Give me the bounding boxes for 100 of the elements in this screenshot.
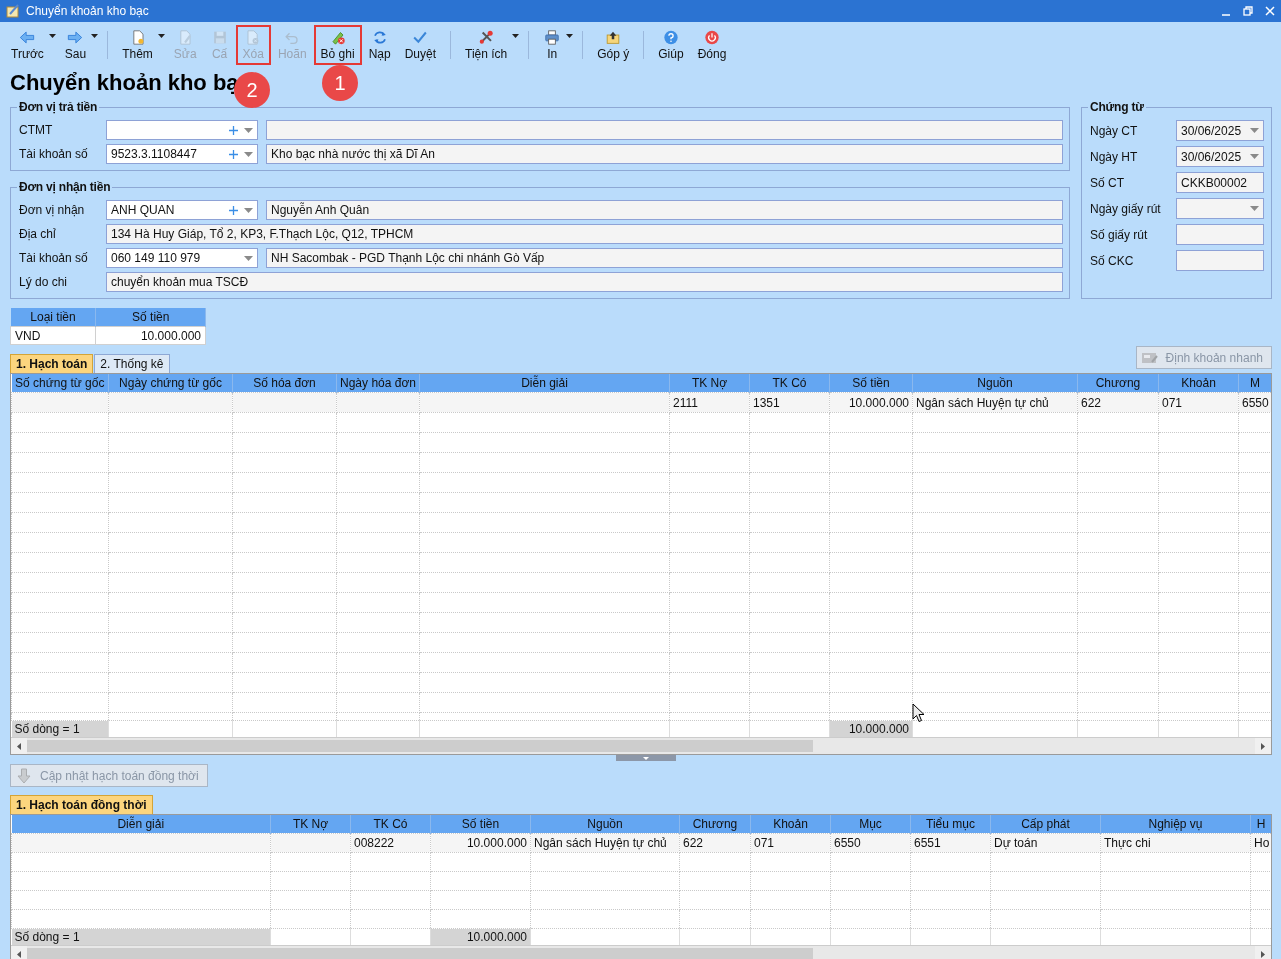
text-field[interactable] bbox=[1176, 250, 1264, 271]
toolbar-button[interactable]: Tiện ích bbox=[458, 25, 515, 65]
column-header[interactable]: Nghiệp vụ bbox=[1100, 815, 1251, 834]
field-label: Ngày CT bbox=[1090, 123, 1139, 138]
column-header[interactable]: Mục bbox=[830, 815, 911, 834]
field-label: Ngày giấy rút bbox=[1090, 201, 1162, 216]
column-header[interactable]: Tiểu mục bbox=[910, 815, 991, 834]
caret-icon[interactable] bbox=[48, 33, 56, 38]
section-title: Đơn vị trả tiền bbox=[18, 100, 99, 114]
combo-field[interactable]: 060 149 110 979 bbox=[106, 248, 258, 268]
table-cell: 008222 bbox=[350, 833, 431, 853]
table-cell: Ngân sách Huyện tự chủ bbox=[912, 392, 1078, 413]
column-header[interactable]: Diễn giải bbox=[419, 374, 670, 393]
toolbar-button[interactable]: Duyệt bbox=[397, 25, 443, 65]
down-arrow-icon bbox=[15, 767, 33, 784]
scroll-left-icon[interactable] bbox=[17, 950, 21, 958]
table-cell: Thực chi bbox=[1100, 833, 1251, 853]
tab[interactable]: 1. Hạch toán bbox=[10, 354, 94, 373]
tools-icon bbox=[477, 30, 496, 45]
text-field[interactable]: Kho bạc nhà nước thị xã Dĩ An bbox=[266, 144, 1063, 164]
column-header[interactable]: Khoản bbox=[750, 815, 831, 834]
column-header[interactable]: Số hóa đơn bbox=[232, 374, 337, 393]
caret-icon[interactable] bbox=[91, 33, 99, 38]
column-header[interactable]: TK Nợ bbox=[669, 374, 750, 393]
column-header[interactable]: Ngày hóa đơn bbox=[336, 374, 420, 393]
field-label: Lý do chi bbox=[19, 275, 69, 289]
caret-icon[interactable] bbox=[512, 33, 520, 38]
column-header[interactable]: TK Có bbox=[350, 815, 431, 834]
plus-icon[interactable] bbox=[229, 205, 238, 215]
toolbar-button[interactable]: Nạp bbox=[361, 25, 398, 65]
column-header[interactable]: Số tiền bbox=[829, 374, 913, 393]
horizontal-scrollbar[interactable] bbox=[11, 945, 1271, 959]
field-label: Tài khoản số bbox=[19, 251, 89, 265]
text-field[interactable]: Nguyễn Anh Quân bbox=[266, 200, 1063, 220]
column-header[interactable]: M bbox=[1238, 374, 1271, 393]
close-icon[interactable] bbox=[1265, 6, 1275, 16]
table-cell: 2111 bbox=[669, 392, 750, 413]
toolbar-button[interactable]: Bỏ ghi bbox=[313, 25, 362, 65]
toolbar-button[interactable]: Đóng bbox=[690, 25, 734, 65]
column-header[interactable]: Số tiền bbox=[430, 815, 531, 834]
column-header[interactable]: Khoản bbox=[1158, 374, 1239, 393]
caret-icon[interactable] bbox=[157, 33, 165, 38]
field-label: Số CKC bbox=[1090, 253, 1135, 268]
restore-icon[interactable] bbox=[1243, 6, 1253, 16]
column-header[interactable]: TK Nợ bbox=[270, 815, 351, 834]
text-field[interactable] bbox=[266, 120, 1063, 140]
app-icon bbox=[6, 4, 20, 18]
splitter-handle[interactable] bbox=[616, 755, 676, 761]
table-cell: 1351 bbox=[749, 392, 830, 413]
field-label: CTMT bbox=[19, 123, 54, 137]
column-header[interactable]: Ngày chứng từ gốc bbox=[108, 374, 233, 393]
table-cell: 6550 bbox=[830, 833, 911, 853]
total-amount: 10.000.000 bbox=[430, 928, 531, 945]
toolbar-button[interactable]: In bbox=[536, 25, 569, 65]
scroll-right-icon[interactable] bbox=[1261, 950, 1265, 958]
column-header[interactable]: Chương bbox=[1077, 374, 1159, 393]
table-cell: VND bbox=[10, 326, 96, 345]
plus-icon[interactable] bbox=[229, 125, 238, 135]
text-field[interactable]: NH Sacombak - PGD Thạnh Lộc chi nhánh Gò Vấp bbox=[266, 248, 1063, 268]
text-field[interactable] bbox=[1176, 224, 1264, 245]
column-header[interactable]: Cấp phát bbox=[990, 815, 1101, 834]
printer-icon bbox=[543, 30, 562, 45]
table-cell: Ho bbox=[1250, 833, 1271, 853]
horizontal-scrollbar[interactable] bbox=[11, 737, 1271, 754]
toolbar-button[interactable]: Trước bbox=[4, 25, 51, 65]
tab[interactable]: 1. Hạch toán đồng thời bbox=[10, 795, 153, 814]
scroll-right-icon[interactable] bbox=[1261, 742, 1265, 750]
mouse-pointer-icon bbox=[912, 703, 925, 723]
text-field[interactable]: chuyển khoản mua TSCĐ bbox=[106, 272, 1063, 292]
combo-field[interactable] bbox=[106, 120, 258, 140]
column-header[interactable]: H bbox=[1250, 815, 1271, 834]
column-header[interactable]: Nguồn bbox=[912, 374, 1078, 393]
caret-icon[interactable] bbox=[566, 33, 574, 38]
toolbar-button[interactable]: Sau bbox=[57, 25, 94, 65]
text-field[interactable]: 134 Hà Huy Giáp, Tổ 2, KP3, F.Thạch Lộc, Q12, TPHCM bbox=[106, 224, 1063, 244]
toolbar-button[interactable]: Góp ý bbox=[590, 25, 637, 65]
left-arrow-icon bbox=[18, 30, 37, 45]
text-field[interactable]: CKKB00002 bbox=[1176, 172, 1264, 193]
combo-field[interactable]: ANH QUAN bbox=[106, 200, 258, 220]
column-header: Loại tiền bbox=[10, 308, 96, 327]
column-header[interactable]: Diễn giải bbox=[11, 815, 271, 834]
column-header[interactable]: Chương bbox=[679, 815, 751, 834]
column-header[interactable]: Số chứng từ gốc bbox=[11, 374, 109, 393]
date-field[interactable]: 30/06/2025 bbox=[1176, 146, 1264, 167]
scroll-left-icon[interactable] bbox=[17, 742, 21, 750]
toolbar-button[interactable]: Giúp bbox=[651, 25, 691, 65]
table-cell: 071 bbox=[750, 833, 831, 853]
table-cell: 10.000.000 bbox=[95, 326, 206, 345]
date-field[interactable] bbox=[1176, 198, 1264, 219]
table-cell: Ngân sách Huyện tự chủ bbox=[530, 833, 680, 853]
plus-icon[interactable] bbox=[229, 149, 238, 159]
field-label: Tài khoản số bbox=[19, 147, 89, 161]
combo-field[interactable]: 9523.3.1108447 bbox=[106, 144, 258, 164]
date-field[interactable]: 30/06/2025 bbox=[1176, 120, 1264, 141]
toolbar-button[interactable]: Thêm bbox=[115, 25, 160, 65]
section-title: Chứng từ bbox=[1089, 100, 1145, 114]
column-header[interactable]: Nguồn bbox=[530, 815, 680, 834]
column-header[interactable]: TK Có bbox=[749, 374, 830, 393]
tab[interactable]: 2. Thống kê bbox=[94, 354, 170, 373]
table-cell: 622 bbox=[679, 833, 751, 853]
